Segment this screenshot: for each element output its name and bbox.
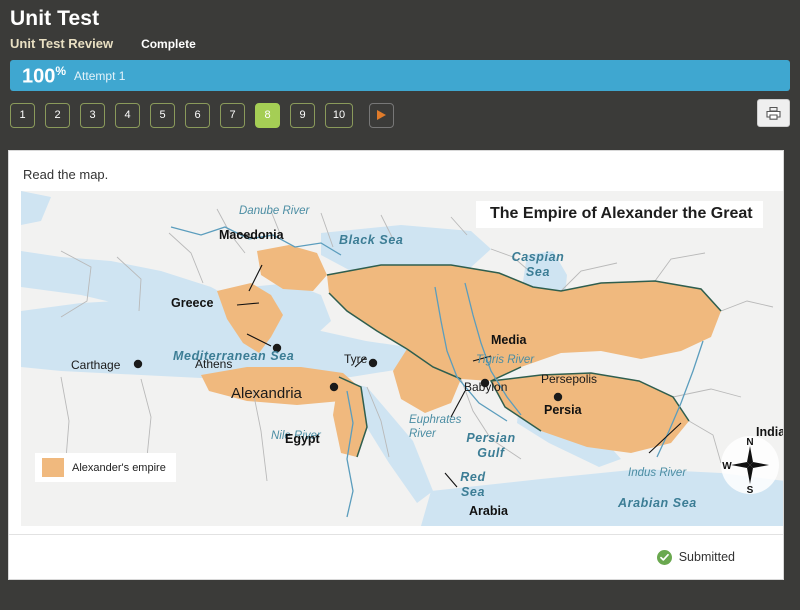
compass-rose: N W S — [721, 436, 779, 496]
header-subtitle-row: Unit Test Review Complete — [10, 36, 790, 51]
printer-icon — [766, 106, 781, 120]
city-label-tyre: Tyre — [344, 352, 368, 366]
region-label-egypt: Egypt — [285, 432, 320, 446]
card-footer: Submitted — [9, 534, 783, 579]
city-label-babylon: Babylon — [464, 380, 508, 394]
next-question-button[interactable] — [369, 102, 394, 128]
legend-swatch-alexanders-empire — [42, 458, 64, 477]
city-label-persepolis: Persepolis — [541, 372, 598, 386]
sea-label-caspian-sea: Caspian Sea — [511, 250, 565, 279]
question-button-8[interactable]: 8 — [255, 102, 280, 128]
region-label-macedonia: Macedonia — [219, 228, 284, 242]
svg-text:W: W — [722, 461, 732, 472]
question-prompt: Read the map. — [23, 167, 109, 182]
question-button-7[interactable]: 7 — [220, 102, 245, 128]
score-percent: 100% — [22, 63, 67, 88]
river-label-indus-river: Indus River — [628, 467, 687, 479]
river-label-tigris-river: Tigris River — [476, 354, 535, 366]
page-header: Unit Test Unit Test Review Complete — [0, 0, 800, 51]
sea-label-red-sea: Red Sea — [460, 470, 486, 499]
region-label-arabia: Arabia — [469, 504, 508, 518]
map-image: The Empire of Alexander the Great Black … — [21, 191, 783, 526]
sea-label-arabian-sea: Arabian Sea — [618, 496, 697, 510]
region-label-persia: Persia — [544, 403, 582, 417]
svg-text:S: S — [747, 485, 754, 494]
question-button-4[interactable]: 4 — [115, 102, 140, 128]
sea-label-persian-gulf: Persian Gulf — [466, 431, 516, 460]
attempt-label: Attempt 1 — [74, 68, 126, 83]
submitted-label: Submitted — [678, 550, 735, 564]
question-card: Read the map. The Empire of Alexander th… — [8, 150, 784, 580]
question-button-2[interactable]: 2 — [45, 102, 70, 128]
completion-status: Complete — [141, 37, 196, 51]
percent-symbol: % — [55, 63, 67, 78]
city-label-carthage: Carthage — [71, 358, 121, 372]
map-title: The Empire of Alexander the Great — [476, 201, 763, 228]
question-button-10[interactable]: 10 — [325, 102, 353, 128]
river-label-danube-river: Danube River — [239, 205, 310, 217]
map-legend: Alexander's empire — [35, 453, 176, 482]
print-button[interactable] — [757, 99, 790, 127]
legend-label-alexanders-empire: Alexander's empire — [72, 461, 166, 474]
river-label-euphrates-river: Euphrates River — [409, 414, 462, 440]
question-button-6[interactable]: 6 — [185, 102, 210, 128]
assignment-name: Unit Test Review — [10, 36, 114, 51]
svg-text:N: N — [746, 437, 753, 448]
region-label-media: Media — [491, 333, 527, 347]
city-label-athens: Athens — [195, 357, 233, 371]
score-bar: 100% Attempt 1 — [10, 60, 790, 91]
page-title: Unit Test — [10, 7, 100, 30]
question-button-1[interactable]: 1 — [10, 102, 35, 128]
question-button-3[interactable]: 3 — [80, 102, 105, 128]
question-button-5[interactable]: 5 — [150, 102, 175, 128]
question-navigation: 1 2 3 4 5 6 7 8 9 10 — [10, 99, 790, 130]
sea-label-black-sea: Black Sea — [339, 233, 404, 247]
city-label-alexandria: Alexandria — [231, 385, 302, 402]
sea-label-mediterranean-sea: Mediterranean Sea — [173, 349, 295, 363]
question-button-9[interactable]: 9 — [290, 102, 315, 128]
check-circle-icon — [656, 549, 672, 565]
unit-test-page: Unit Test Unit Test Review Complete 100%… — [0, 0, 800, 610]
region-label-greece: Greece — [171, 296, 214, 310]
play-triangle-icon — [377, 110, 386, 120]
